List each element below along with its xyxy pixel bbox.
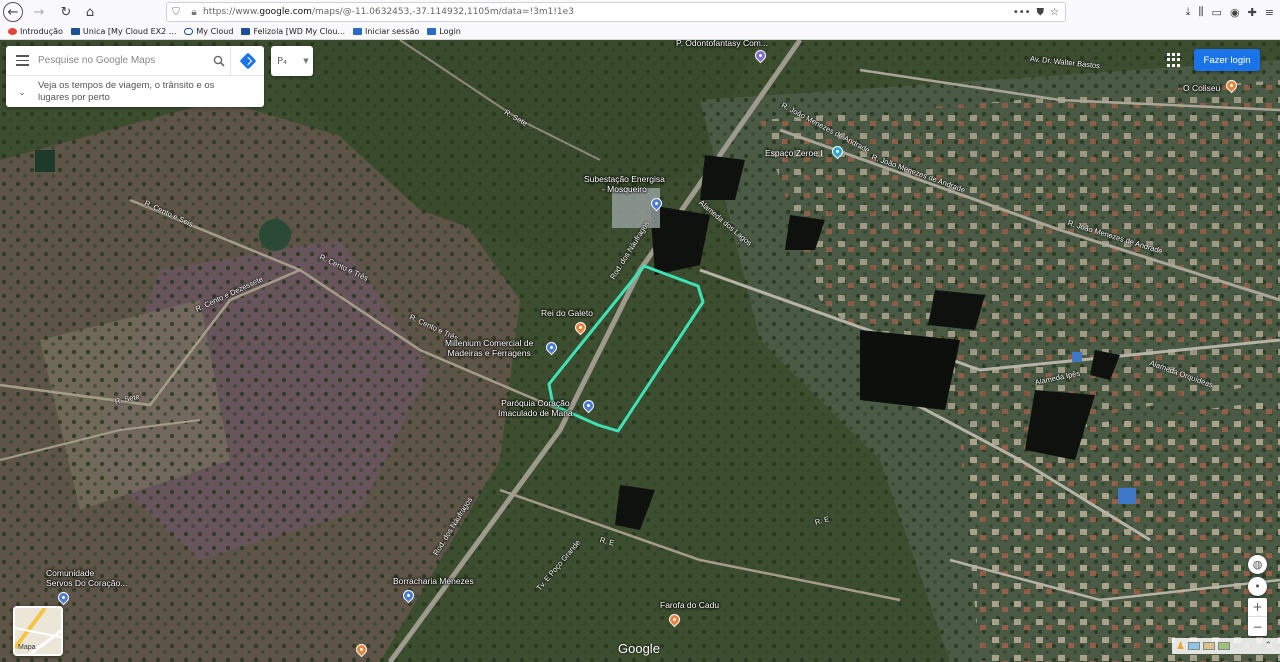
search-input[interactable] <box>38 55 208 66</box>
rss-icon <box>427 28 437 35</box>
chevron-down-icon[interactable]: ▼ <box>299 57 313 65</box>
search-box <box>6 45 264 76</box>
place-label-rei-galeto[interactable]: Rei do Galeto <box>541 308 593 318</box>
search-panel: ⌄ Veja os tempos de viagem, o trânsito e… <box>6 45 264 107</box>
login-button[interactable]: Fazer login <box>1194 49 1260 71</box>
place-label-borracharia[interactable]: Borracharia Menezes <box>393 576 474 586</box>
pocket-icon[interactable]: ⛊ <box>1037 7 1045 18</box>
url-bar[interactable]: ⛉ 🔒︎ https://www.google.com/maps/@-11.06… <box>166 2 1066 22</box>
place-label-millenium[interactable]: Millenium Comercial de Madeiras e Ferrag… <box>445 338 533 358</box>
thumbnail-icon[interactable] <box>1202 642 1215 650</box>
shield-icon[interactable]: ⛉ <box>167 7 185 18</box>
place-label-subestacao[interactable]: Subestação Energisa - Mosqueiro <box>584 174 665 194</box>
menu-icon[interactable] <box>6 46 38 76</box>
bookmark-felizola[interactable]: Felizola [WD My Clou... <box>241 27 345 36</box>
bookmarks-bar: Introdução Unica [My Cloud EX2 ... My Cl… <box>0 24 1280 40</box>
bookmark-unica[interactable]: Unica [My Cloud EX2 ... <box>70 27 176 36</box>
zoom-out-button[interactable]: − <box>1248 617 1267 636</box>
thumbnail-icon[interactable] <box>1217 642 1230 650</box>
reload-icon[interactable]: ↻ <box>55 1 77 23</box>
thumbnail-icon[interactable] <box>1187 642 1200 650</box>
lock-icon[interactable]: 🔒︎ <box>185 7 203 18</box>
place-label-farofa[interactable]: Farofa do Cadu <box>660 600 719 610</box>
download-icon[interactable]: ⤓ <box>1186 5 1191 19</box>
library-icon[interactable]: ⫼ <box>1198 5 1203 19</box>
place-label-comunidade[interactable]: Comunidade Servos Do Coração... <box>46 568 127 588</box>
wd-icon <box>241 28 251 35</box>
forward-icon[interactable]: → <box>28 1 50 23</box>
layer-chip[interactable]: P₄ ▼ <box>271 46 313 76</box>
zoom-in-button[interactable]: + <box>1248 598 1267 617</box>
chevron-down-icon[interactable]: ⌄ <box>6 86 38 98</box>
place-label-coliseu[interactable]: O Coliseu <box>1183 83 1220 93</box>
cloud-icon <box>184 28 194 35</box>
zoom-control: + − <box>1248 598 1267 636</box>
bookmark-login[interactable]: Login <box>427 27 461 36</box>
expand-icon[interactable]: ⌃ <box>1264 641 1280 651</box>
travel-times-prompt[interactable]: ⌄ Veja os tempos de viagem, o trânsito e… <box>6 76 264 107</box>
browser-toolbar: ← → ↻ ⌂ ⛉ 🔒︎ https://www.google.com/maps… <box>0 0 1280 24</box>
rss-icon <box>353 28 363 35</box>
wd-icon <box>70 28 80 35</box>
satellite-map[interactable]: Rod. dos Náufragos Rod. dos Náufragos R.… <box>0 40 1280 662</box>
url-text[interactable]: https://www.google.com/maps/@-11.0632453… <box>203 7 1013 17</box>
account-icon[interactable]: ◉ <box>1230 6 1240 19</box>
search-icon[interactable] <box>208 46 230 76</box>
back-icon[interactable]: ← <box>3 2 23 22</box>
bookmark-iniciar-sessao[interactable]: Iniciar sessão <box>353 27 419 36</box>
google-logo: Google <box>618 641 660 656</box>
firefox-icon <box>8 28 17 35</box>
place-label-paroquia[interactable]: Paróquia Coração Imaculado de Maria <box>498 398 573 418</box>
globe-icon[interactable]: ◍ <box>1248 555 1267 574</box>
reader-icon[interactable]: ▭ <box>1212 6 1222 19</box>
home-icon[interactable]: ⌂ <box>79 1 101 23</box>
extensions-icon[interactable]: ✚ <box>1248 6 1257 19</box>
map-footer-bar: ♟ ⌃ <box>1172 638 1280 654</box>
compass-icon[interactable]: • <box>1248 577 1267 596</box>
apps-grid-icon[interactable] <box>1167 53 1181 67</box>
satellite-imagery <box>0 40 1280 662</box>
page-actions-icon[interactable]: ••• <box>1013 7 1031 18</box>
pegman-icon[interactable]: ♟ <box>1176 641 1185 652</box>
place-label-espaco[interactable]: Espaço Zeroe I <box>765 148 823 158</box>
bookmark-my-cloud[interactable]: My Cloud <box>184 27 233 36</box>
bookmark-star-icon[interactable]: ☆ <box>1050 7 1059 18</box>
map-type-toggle[interactable]: Mapa <box>13 606 63 656</box>
place-label-odonto[interactable]: P. Odontofantasy Com... <box>676 40 768 48</box>
directions-icon <box>239 52 256 69</box>
bookmark-introducao[interactable]: Introdução <box>8 27 63 36</box>
app-menu-icon[interactable]: ≡ <box>1265 6 1274 19</box>
directions-button[interactable] <box>230 45 264 76</box>
